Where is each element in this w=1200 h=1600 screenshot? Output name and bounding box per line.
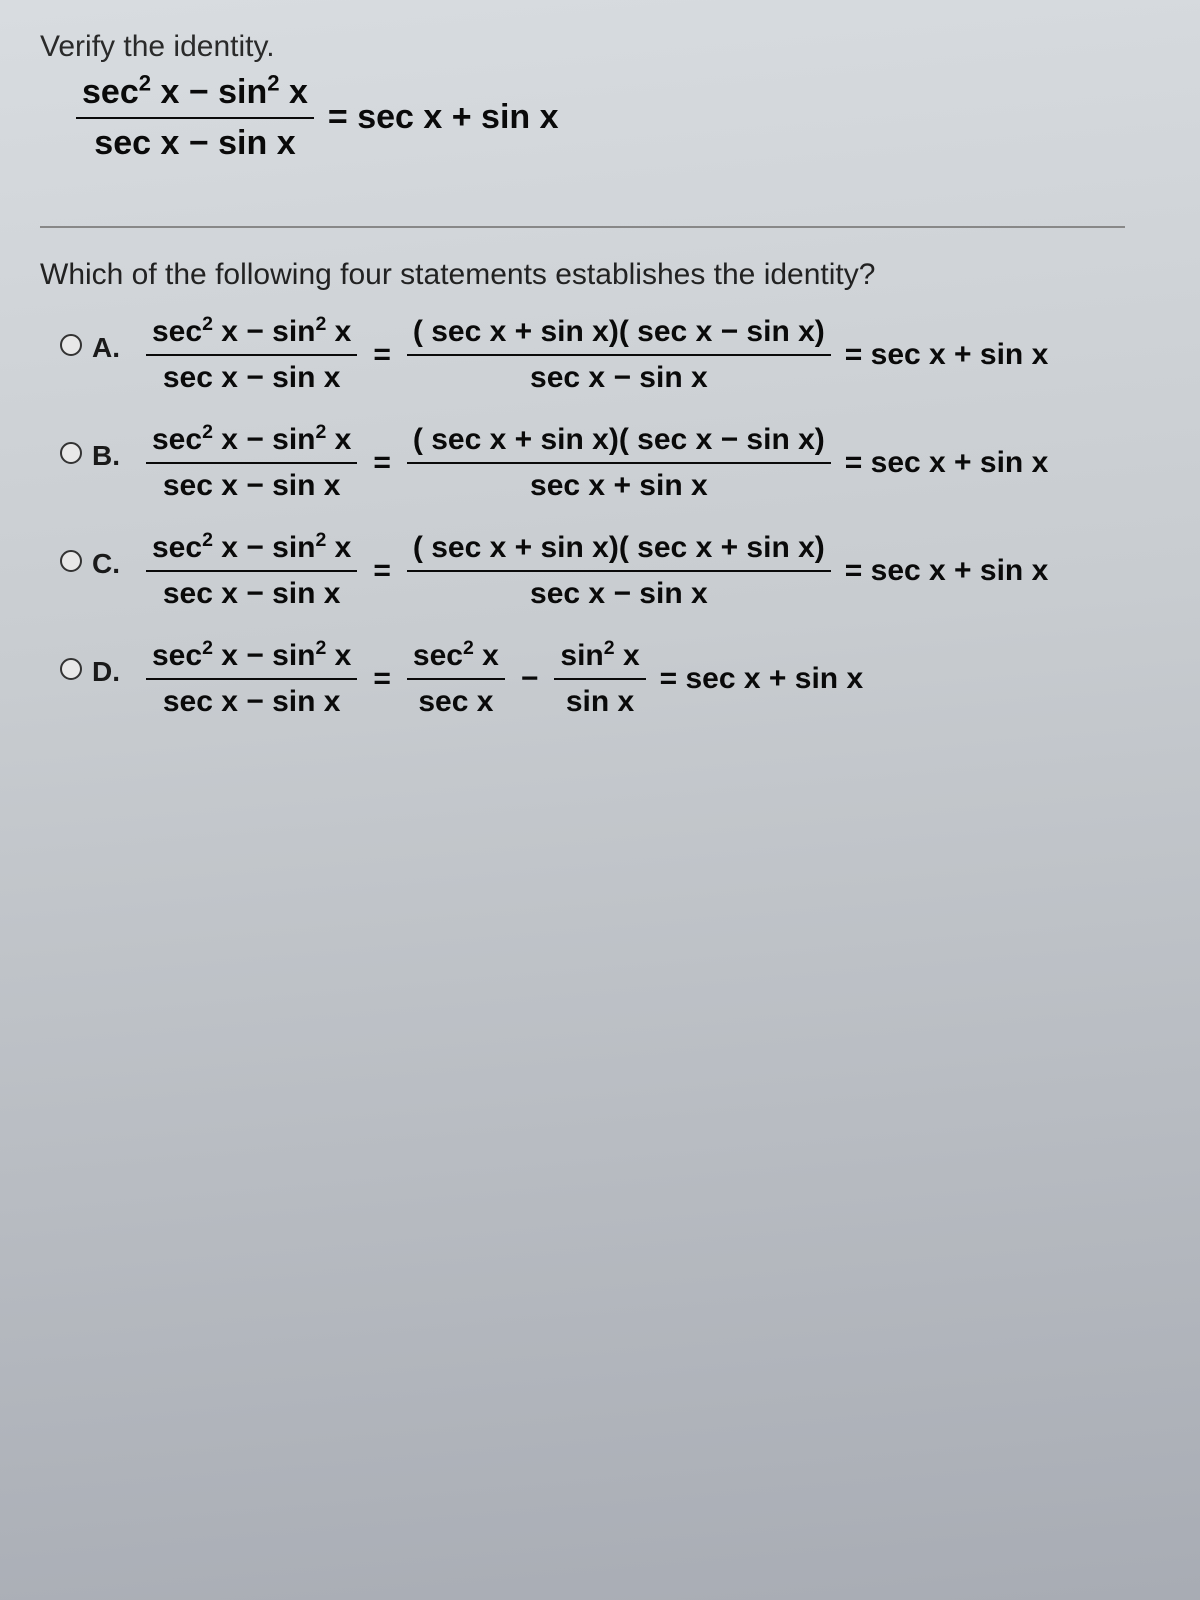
- option-b-row: B. sec2 x − sin2 x sec x − sin x = ( sec…: [40, 420, 1170, 506]
- question-text: Which of the following four statements e…: [40, 258, 1170, 292]
- identity-lhs-den: sec x − sin x: [88, 121, 301, 166]
- option-b-radio[interactable]: [60, 442, 82, 464]
- option-c-label: C.: [92, 548, 128, 580]
- section-divider: [40, 226, 1125, 228]
- option-a-row: A. sec2 x − sin2 x sec x − sin x = ( sec…: [40, 312, 1170, 398]
- option-c-radio[interactable]: [60, 550, 82, 572]
- option-d-radio[interactable]: [60, 658, 82, 680]
- fraction-bar: [76, 117, 314, 119]
- option-b-math: sec2 x − sin2 x sec x − sin x = ( sec x …: [140, 420, 1048, 506]
- option-a-math: sec2 x − sin2 x sec x − sin x = ( sec x …: [140, 312, 1048, 398]
- option-d-label: D.: [92, 656, 128, 688]
- option-c-row: C. sec2 x − sin2 x sec x − sin x = ( sec…: [40, 528, 1170, 614]
- option-d-math: sec2 x − sin2 x sec x − sin x = sec2 x s…: [140, 636, 863, 722]
- identity-expression: sec2 x − sin2 x sec x − sin x = sec x + …: [70, 70, 1170, 166]
- option-a-radio[interactable]: [60, 334, 82, 356]
- identity-lhs-num: sec2 x − sin2 x: [76, 70, 314, 115]
- option-b-label: B.: [92, 440, 128, 472]
- option-a-label: A.: [92, 332, 128, 364]
- identity-lhs-fraction: sec2 x − sin2 x sec x − sin x: [76, 70, 314, 166]
- verify-title: Verify the identity.: [40, 30, 1170, 64]
- page-container: Verify the identity. sec2 x − sin2 x sec…: [0, 0, 1200, 1600]
- option-d-row: D. sec2 x − sin2 x sec x − sin x = sec2 …: [40, 636, 1170, 722]
- identity-rhs: = sec x + sin x: [328, 98, 559, 137]
- option-c-math: sec2 x − sin2 x sec x − sin x = ( sec x …: [140, 528, 1048, 614]
